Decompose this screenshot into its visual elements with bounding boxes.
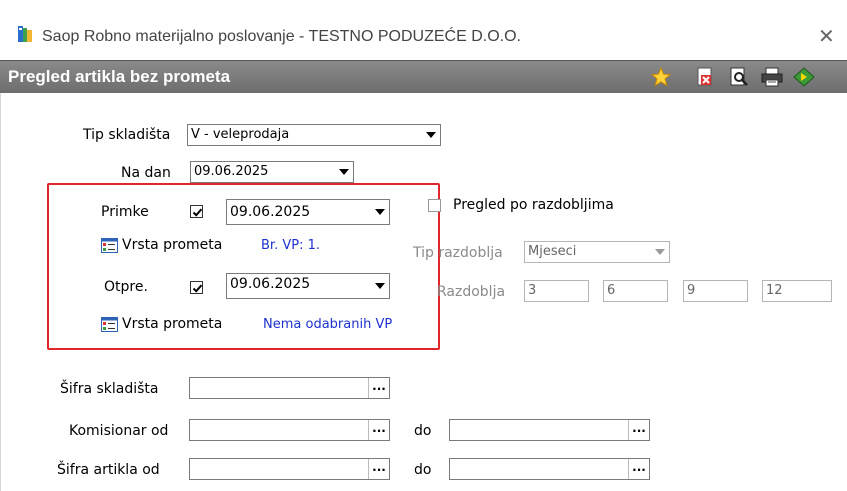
primke-date-picker[interactable]: 09.06.2025: [226, 199, 390, 225]
chevron-down-icon[interactable]: [335, 162, 353, 182]
chevron-down-icon[interactable]: [422, 125, 440, 145]
pregled-po-razdobljima-label: Pregled po razdobljima: [453, 197, 614, 213]
razdoblje-value-2: 6: [607, 283, 616, 298]
exit-icon[interactable]: [792, 65, 816, 89]
form-title: Pregled artikla bez prometa: [8, 67, 231, 86]
na-dan-label: Na dan: [121, 165, 171, 181]
primke-checkbox[interactable]: [190, 205, 203, 218]
komisionar-od-input[interactable]: ...: [189, 419, 390, 441]
primke-date-value: 09.06.2025: [230, 204, 311, 220]
razdoblja-label: Razdoblja: [437, 284, 506, 300]
chevron-down-icon[interactable]: [371, 200, 389, 224]
tip-skladista-value: V - veleprodaja: [191, 127, 290, 142]
vrsta-prometa-primke-value: Br. VP: 1.: [261, 238, 320, 253]
browse-button[interactable]: ...: [628, 420, 649, 440]
browse-button[interactable]: ...: [368, 459, 389, 479]
browse-button[interactable]: ...: [628, 459, 649, 479]
na-dan-date-picker[interactable]: 09.06.2025: [190, 161, 354, 183]
window-title: Saop Robno materijalno poslovanje - TEST…: [42, 28, 521, 45]
vrsta-prometa-primke-label[interactable]: Vrsta prometa: [122, 237, 222, 253]
tip-razdoblja-label: Tip razdoblja: [413, 245, 503, 261]
delete-icon[interactable]: [693, 65, 717, 89]
razdoblje-input-1[interactable]: 3: [524, 280, 589, 302]
tip-razdoblja-select[interactable]: Mjeseci: [524, 241, 670, 263]
primke-label: Primke: [101, 204, 149, 220]
sifra-artikla-od-label: Šifra artikla od: [57, 462, 160, 478]
razdoblje-value-3: 9: [687, 283, 696, 298]
otpre-date-value: 09.06.2025: [230, 276, 311, 292]
razdoblje-input-2[interactable]: 6: [603, 280, 668, 302]
razdoblje-input-3[interactable]: 9: [683, 280, 748, 302]
tip-skladista-select[interactable]: V - veleprodaja: [187, 124, 441, 146]
form-header: Pregled artikla bez prometa: [0, 60, 847, 94]
checklist-icon[interactable]: [101, 238, 118, 253]
otpre-label: Otpre.: [104, 279, 148, 295]
close-icon[interactable]: ✕: [818, 24, 835, 48]
chevron-down-icon[interactable]: [371, 274, 389, 298]
pregled-po-razdobljima-checkbox[interactable]: [428, 199, 441, 212]
otpre-checkbox[interactable]: [190, 281, 203, 294]
sifra-artikla-do-input[interactable]: ...: [449, 458, 650, 480]
na-dan-value: 09.06.2025: [194, 164, 269, 179]
app-icon: [18, 26, 32, 42]
chevron-down-icon[interactable]: [651, 242, 669, 262]
komisionar-od-label: Komisionar od: [69, 423, 169, 439]
sifra-skladista-label: Šifra skladišta: [60, 381, 159, 397]
window-titlebar: Saop Robno materijalno poslovanje - TEST…: [0, 0, 847, 60]
otpre-date-picker[interactable]: 09.06.2025: [226, 273, 390, 299]
checklist-icon[interactable]: [101, 317, 118, 332]
razdoblje-value-4: 12: [766, 283, 783, 298]
sifra-artikla-do-label: do: [414, 462, 432, 478]
razdoblje-value-1: 3: [528, 283, 537, 298]
vrsta-prometa-otpre-value: Nema odabranih VP: [263, 317, 393, 332]
browse-button[interactable]: ...: [368, 420, 389, 440]
star-icon[interactable]: [649, 65, 673, 89]
komisionar-do-input[interactable]: ...: [449, 419, 650, 441]
tip-skladista-label: Tip skladišta: [83, 127, 171, 143]
razdoblje-input-4[interactable]: 12: [762, 280, 832, 302]
sifra-artikla-od-input[interactable]: ...: [189, 458, 390, 480]
komisionar-do-label: do: [414, 423, 432, 439]
print-preview-icon[interactable]: [727, 65, 751, 89]
sifra-skladista-input[interactable]: ...: [189, 377, 390, 399]
browse-button[interactable]: ...: [368, 378, 389, 398]
printer-icon[interactable]: [760, 65, 784, 89]
vrsta-prometa-otpre-label[interactable]: Vrsta prometa: [122, 316, 222, 332]
tip-razdoblja-value: Mjeseci: [528, 244, 577, 259]
